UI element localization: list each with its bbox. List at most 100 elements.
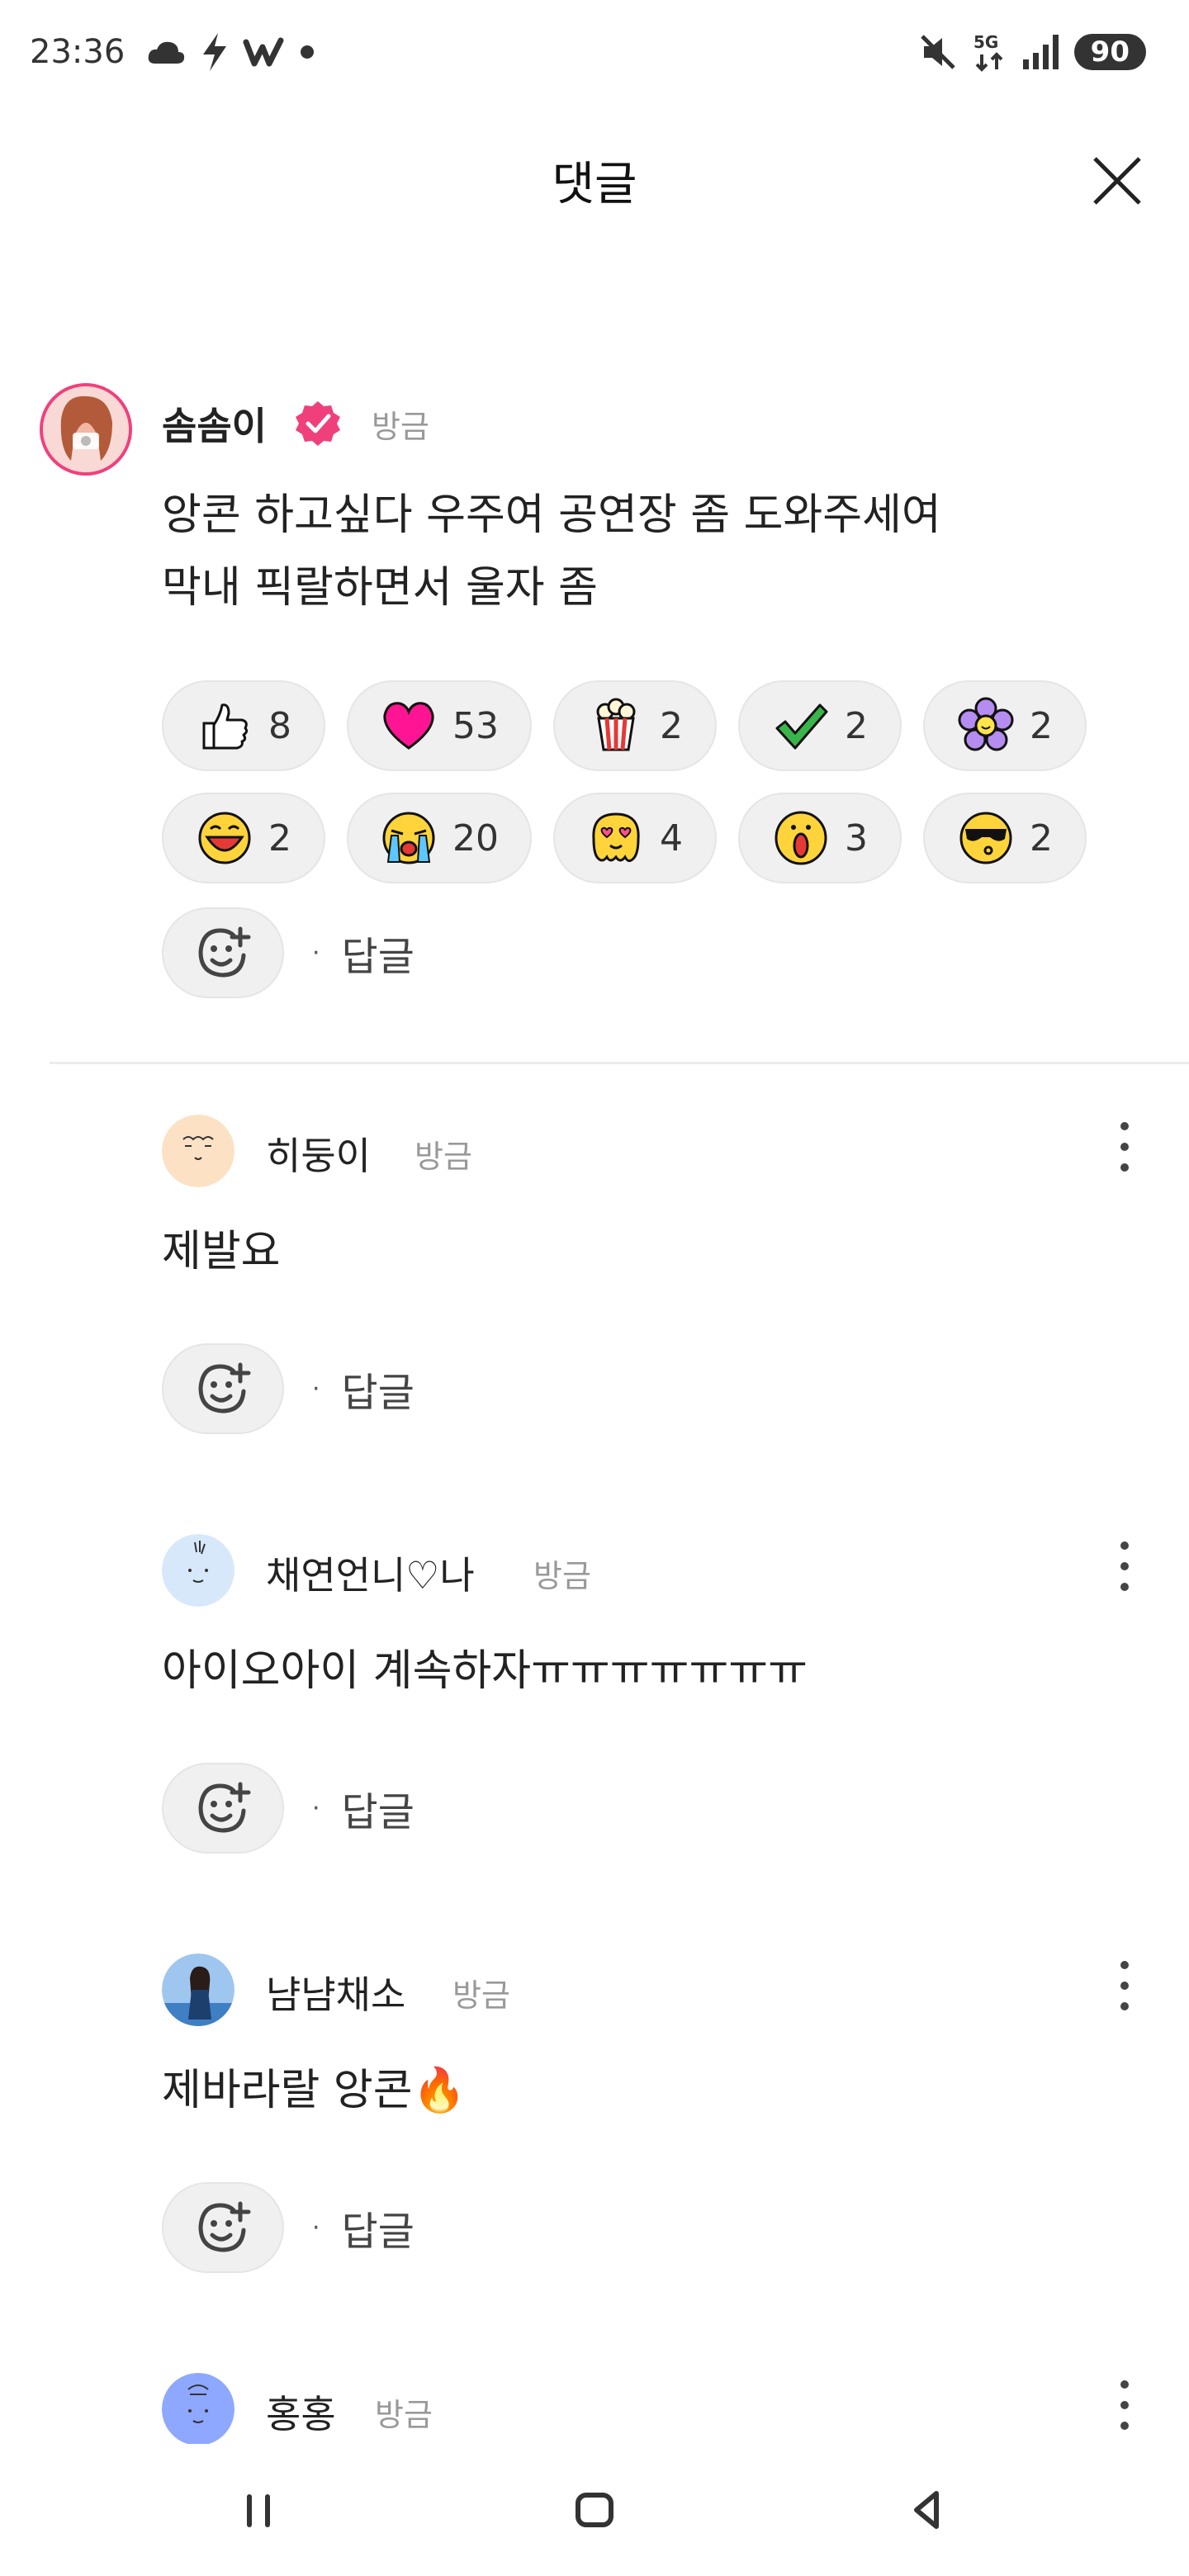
add-reaction-button[interactable] — [162, 1343, 284, 1434]
add-emoji-icon — [198, 1782, 251, 1833]
reaction-chip-popcorn[interactable]: 2 — [553, 680, 717, 771]
reply-username[interactable]: 채연언니♡나 — [266, 1546, 475, 1600]
signal-icon — [1022, 35, 1059, 69]
recent-apps-button[interactable] — [226, 2477, 292, 2543]
add-emoji-icon — [198, 2201, 251, 2252]
separator-dot: · — [312, 938, 320, 968]
add-emoji-icon — [198, 1362, 251, 1413]
reply-time: 방금 — [414, 1139, 472, 1175]
comment-text-line: 막내 픽랄하면서 울자 좀 — [162, 563, 598, 613]
battery-icon: 90 — [1073, 34, 1146, 70]
flower-icon — [958, 697, 1014, 751]
comment-text: 앙콘 하고싶다 우주여 공연장 좀 도와주세여 막내 픽랄하면서 울자 좀 — [162, 479, 941, 624]
reply-time: 방금 — [533, 1558, 591, 1594]
close-button[interactable] — [1088, 152, 1146, 210]
recent-apps-icon — [247, 2494, 270, 2527]
avatar[interactable] — [162, 1953, 234, 2026]
heart-eyes-face-icon — [592, 812, 640, 863]
separator-dot: · — [312, 1374, 320, 1404]
crying-face-icon — [382, 812, 435, 864]
close-icon — [1093, 157, 1141, 205]
reply-username[interactable]: 냠냠채소 — [266, 1965, 405, 2020]
reaction-count: 3 — [845, 817, 868, 859]
reply-button[interactable]: 답글 — [342, 2199, 414, 2256]
reply-text: 제바라랄 앙콘🔥 — [162, 2066, 467, 2115]
avatar[interactable] — [40, 383, 132, 476]
back-button[interactable] — [895, 2477, 961, 2543]
back-icon — [914, 2491, 939, 2529]
status-bar: 23:36 5G 90 — [0, 0, 1189, 107]
more-options-button[interactable] — [1108, 1957, 1141, 2015]
comment-text-line: 앙콘 하고싶다 우주여 공연장 좀 도와주세여 — [162, 490, 941, 540]
svg-text:5G: 5G — [973, 32, 998, 52]
5g-icon: 5G — [973, 32, 1003, 72]
more-vertical-icon — [1120, 2380, 1129, 2430]
header: 댓글 — [0, 132, 1189, 223]
more-options-button[interactable] — [1108, 1537, 1141, 1595]
reply-username[interactable]: 히둥이 — [266, 1126, 371, 1181]
reply-username[interactable]: 홍홍 — [266, 2384, 336, 2439]
add-reaction-button[interactable] — [162, 2182, 284, 2273]
surprised-face-icon — [775, 811, 827, 865]
separator-dot: · — [312, 2213, 320, 2242]
reaction-chip-flower[interactable]: 2 — [923, 680, 1087, 771]
sunglasses-face-icon — [959, 812, 1012, 864]
more-vertical-icon — [1120, 1961, 1129, 2010]
status-time: 23:36 — [30, 33, 126, 71]
reply-text: 아이오아이 계속하자ㅠㅠㅠㅠㅠㅠㅠ — [162, 1646, 808, 1696]
weverse-w-icon — [243, 37, 284, 67]
dot-icon — [301, 45, 314, 59]
more-options-button[interactable] — [1108, 2376, 1141, 2434]
reply-time: 방금 — [375, 2397, 433, 2433]
comment-actions: · 답글 — [162, 1762, 414, 1854]
comment-actions: · 답글 — [162, 907, 414, 999]
check-icon — [775, 703, 828, 750]
reaction-count: 2 — [268, 817, 291, 859]
more-options-button[interactable] — [1108, 1118, 1141, 1176]
separator-dot: · — [312, 1793, 320, 1823]
reply-text: 제발요 — [162, 1227, 281, 1276]
reaction-chip-crying[interactable]: 20 — [347, 793, 532, 883]
mute-icon — [920, 35, 955, 69]
comment-username[interactable]: 솜솜이 — [162, 396, 267, 451]
system-nav-bar — [0, 2444, 1189, 2576]
laughing-face-icon — [198, 812, 251, 864]
avatar[interactable] — [162, 1534, 234, 1607]
reaction-chip-laughing[interactable]: 2 — [162, 793, 325, 883]
status-left-icons — [145, 31, 315, 73]
avatar[interactable] — [162, 2373, 234, 2446]
heart-icon — [383, 702, 434, 750]
reaction-count: 2 — [1030, 704, 1053, 747]
reply-time: 방금 — [452, 1977, 510, 2014]
reply-button[interactable]: 답글 — [342, 1360, 414, 1418]
reaction-chip-heart-eyes[interactable]: 4 — [553, 793, 717, 883]
reaction-count: 2 — [845, 704, 868, 747]
more-vertical-icon — [1120, 1541, 1129, 1591]
verified-badge-icon — [296, 401, 340, 446]
add-reaction-button[interactable] — [162, 907, 284, 998]
reaction-count: 2 — [660, 704, 683, 747]
comment-actions: · 답글 — [162, 1342, 414, 1435]
avatar[interactable] — [162, 1115, 234, 1187]
reaction-chip-sunglasses[interactable]: 2 — [923, 793, 1087, 883]
reaction-chip-thumbs-up[interactable]: 8 — [162, 680, 325, 771]
reaction-count: 2 — [1030, 817, 1053, 859]
cloud-icon — [148, 41, 185, 64]
home-icon — [576, 2493, 613, 2527]
bolt-icon — [203, 33, 226, 71]
reaction-chip-check[interactable]: 2 — [738, 680, 902, 771]
comment-time: 방금 — [372, 409, 429, 445]
home-button[interactable] — [561, 2477, 628, 2543]
page-title: 댓글 — [552, 158, 637, 211]
reaction-chip-surprised[interactable]: 3 — [738, 793, 902, 883]
reply-button[interactable]: 답글 — [342, 924, 414, 982]
divider — [50, 1062, 1189, 1064]
comment-actions: · 답글 — [162, 2181, 414, 2274]
reply-button[interactable]: 답글 — [342, 1779, 414, 1837]
add-emoji-icon — [198, 926, 251, 978]
add-reaction-button[interactable] — [162, 1763, 284, 1854]
reaction-count: 8 — [268, 704, 291, 747]
more-vertical-icon — [1120, 1122, 1129, 1172]
reaction-chip-heart[interactable]: 53 — [347, 680, 532, 771]
status-right-icons: 5G 90 — [917, 31, 1146, 73]
